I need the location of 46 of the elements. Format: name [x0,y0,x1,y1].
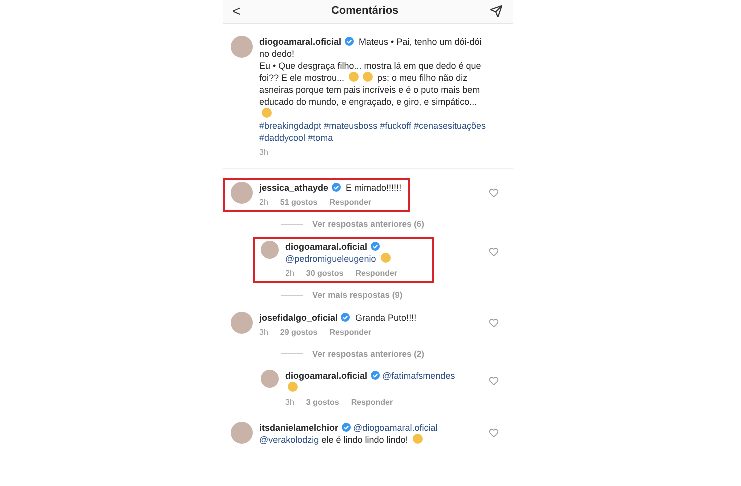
send-icon[interactable] [490,5,502,18]
back-button[interactable]: < [232,1,241,22]
comment-text: josefidalgo_oficial Granda Puto!!!! [260,312,417,324]
emoji-icon [262,108,272,118]
mention-link[interactable]: #mateusboss [324,121,378,131]
comment-text: Eu • Que desgraça filho... mostra lá em que dedo é que foi?? E ele mostrou... ps: o meu filho não diz asneiras porque tem pais incríveis e é o puto mais bem educado do mundo, e engraçado, e giro, e simpático... [260,60,492,120]
avatar[interactable] [260,370,278,388]
username[interactable]: jessica_athayde [260,183,329,193]
mention-link[interactable]: @fatimafsmendes [382,371,456,382]
avatar[interactable] [230,36,252,58]
avatar[interactable] [230,312,252,334]
emoji-icon [380,252,391,263]
mention-link[interactable]: #breakingdadpt [260,121,322,131]
username[interactable]: diogoamaral.oficial [286,242,368,252]
avatar[interactable] [260,240,278,259]
username[interactable]: diogoamaral.oficial [260,37,342,47]
heart-icon[interactable] [488,246,498,257]
heart-icon[interactable] [488,376,498,386]
comment-text: jessica_athayde E mimado!!!!!! [260,182,402,194]
heart-icon[interactable] [488,428,498,438]
heart-icon[interactable] [488,318,498,328]
username[interactable]: josefidalgo_oficial [260,312,338,322]
timestamp: 3h [260,328,268,338]
mention-link[interactable]: #fuckoff [380,121,412,131]
emoji-icon [349,72,360,82]
username[interactable]: diogoamaral.oficial [286,371,368,382]
timestamp: 2h [260,198,268,208]
username[interactable]: itsdanielamelchior [260,423,339,434]
emoji-icon [288,382,298,392]
timestamp: 2h [286,268,294,279]
mention-link[interactable]: @pedromigueleugenio [286,254,376,264]
mention-link[interactable]: @diogoamaral.oficial [354,423,438,434]
page-title: Comentários [331,4,399,20]
mention-link[interactable]: #daddycool [260,133,306,143]
mention-link[interactable]: @verakolodzig [260,435,320,446]
timestamp: 3h [286,398,294,408]
comment-text: @verakolodzig ele é lindo lindo lindo! [260,434,438,446]
emoji-icon [363,72,374,82]
heart-icon[interactable] [488,188,498,198]
emoji-icon [412,434,423,444]
avatar[interactable] [230,182,252,204]
mention-link[interactable]: #cenasesituações [414,121,486,131]
comment-text: diogoamaral.oficial Mateus • Pai, tenho um dói-dói no dedo! [260,36,483,60]
mention-link[interactable]: #toma [308,133,334,143]
avatar[interactable] [230,422,252,444]
timestamp: 3h [260,148,268,158]
